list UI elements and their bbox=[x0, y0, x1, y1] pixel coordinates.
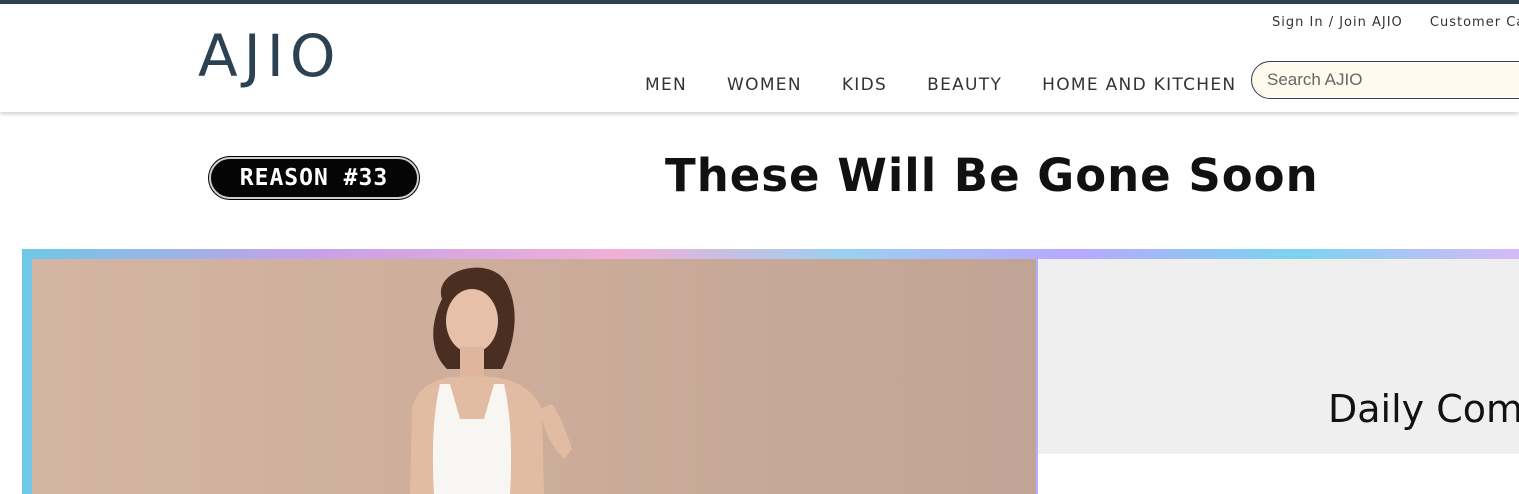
banner-model-photo[interactable] bbox=[32, 259, 1036, 494]
nav-item-women[interactable]: WOMEN bbox=[727, 75, 802, 95]
search-box bbox=[1251, 61, 1519, 99]
promo-side-title: Daily Comfort bbox=[1328, 387, 1519, 431]
nav-item-beauty[interactable]: BEAUTY bbox=[927, 75, 1002, 95]
promo-headline: These Will Be Gone Soon bbox=[665, 149, 1319, 202]
site-header: AJIO Sign In / Join AJIO Customer Care M… bbox=[0, 4, 1519, 112]
search-input[interactable] bbox=[1267, 70, 1507, 90]
customer-care-link[interactable]: Customer Care bbox=[1430, 15, 1519, 30]
reason-badge: REASON #33 bbox=[209, 157, 419, 199]
promo-side-lower bbox=[1038, 454, 1519, 494]
promo-side-panel: Daily Comfort bbox=[1038, 259, 1519, 454]
ajio-logo[interactable]: AJIO bbox=[198, 24, 342, 88]
nav-item-men[interactable]: MEN bbox=[645, 75, 687, 95]
sign-in-link[interactable]: Sign In / Join AJIO bbox=[1272, 15, 1403, 30]
main-nav: MEN WOMEN KIDS BEAUTY HOME AND KITCHEN bbox=[645, 75, 1276, 95]
utility-links: Sign In / Join AJIO Customer Care bbox=[1272, 15, 1519, 30]
nav-item-home-and-kitchen[interactable]: HOME AND KITCHEN bbox=[1042, 75, 1236, 95]
promo-banner[interactable]: Daily Comfort bbox=[22, 249, 1519, 494]
model-figure bbox=[410, 267, 572, 494]
nav-item-kids[interactable]: KIDS bbox=[842, 75, 887, 95]
